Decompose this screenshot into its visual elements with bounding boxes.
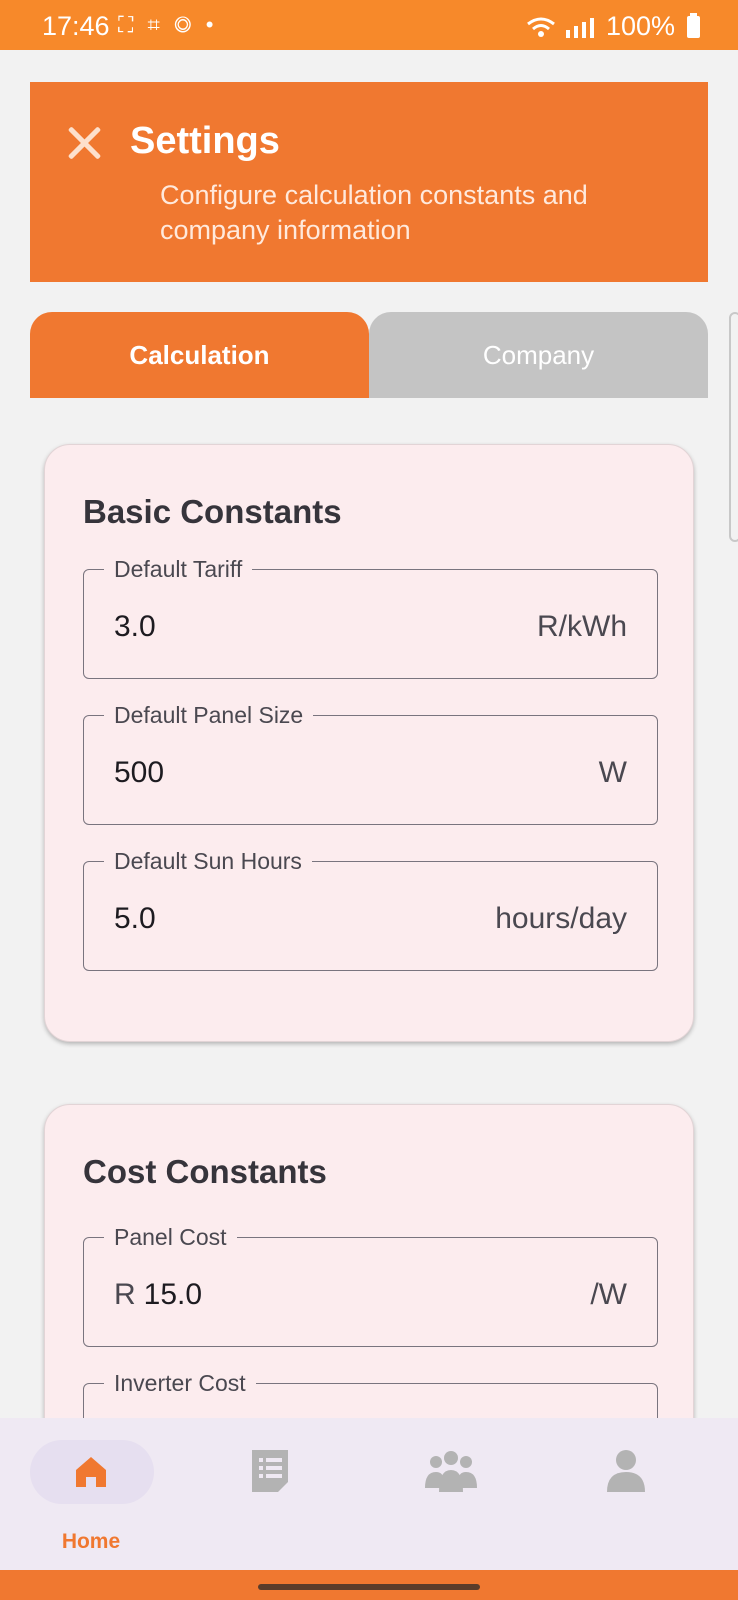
tab-company[interactable]: Company <box>369 312 708 398</box>
default-panel-size-unit: W <box>598 756 627 789</box>
document-icon <box>252 1450 288 1492</box>
default-sun-hours-value[interactable]: 5.0 <box>114 902 156 936</box>
default-tariff-unit: R/kWh <box>537 610 627 643</box>
panel-cost-value-wrap[interactable]: R 15.0 <box>114 1278 202 1312</box>
panel-cost-prefix: R <box>114 1278 136 1311</box>
panel-cost-unit: /W <box>590 1278 627 1311</box>
default-tariff-field[interactable]: Default Tariff 3.0 R/kWh <box>83 556 658 679</box>
default-panel-size-value[interactable]: 500 <box>114 756 164 790</box>
close-icon[interactable] <box>64 122 104 162</box>
default-panel-size-label: Default Panel Size <box>104 702 314 729</box>
settings-tabs: Calculation Company <box>30 312 708 398</box>
nav-home[interactable]: Home <box>26 1440 156 1553</box>
panel-cost-value[interactable]: 15.0 <box>144 1278 202 1311</box>
wifi-icon <box>527 17 555 37</box>
default-panel-size-field[interactable]: Default Panel Size 500 W <box>83 702 658 825</box>
basic-constants-title: Basic Constants <box>83 493 342 530</box>
nav-documents[interactable] <box>250 1440 380 1550</box>
gesture-handle[interactable] <box>258 1584 480 1590</box>
default-sun-hours-unit: hours/day <box>495 902 627 935</box>
group-icon <box>425 1451 477 1492</box>
default-sun-hours-field[interactable]: Default Sun Hours 5.0 hours/day <box>83 848 658 971</box>
panel-cost-field[interactable]: Panel Cost R 15.0 /W <box>83 1224 658 1347</box>
gesture-bar <box>0 1570 738 1600</box>
status-right: 100% <box>526 11 700 42</box>
person-icon <box>607 1450 645 1492</box>
page-subtitle: Configure calculation constants and comp… <box>160 180 588 245</box>
settings-header: Settings Configure calculation constants… <box>30 82 708 282</box>
battery-percent: 100% <box>605 11 675 41</box>
signal-icon <box>565 17 594 38</box>
default-tariff-value[interactable]: 3.0 <box>114 610 156 644</box>
cost-constants-title: Cost Constants <box>83 1153 327 1190</box>
basic-constants-card: Basic Constants Default Tariff 3.0 R/kWh… <box>44 444 694 1042</box>
tab-scroll-indicator <box>729 312 738 542</box>
tab-calculation[interactable]: Calculation <box>30 312 369 398</box>
page-title: Settings <box>130 120 280 162</box>
status-bar: 17:46 ⛶ ⌗ ◎ • 100% <box>0 0 738 50</box>
battery-icon <box>687 12 700 38</box>
default-sun-hours-label: Default Sun Hours <box>104 848 312 875</box>
nav-customers[interactable] <box>425 1440 555 1550</box>
default-tariff-label: Default Tariff <box>104 556 253 583</box>
notification-icons: ⛶ ⌗ ◎ • <box>118 12 218 37</box>
nav-profile[interactable] <box>605 1440 735 1550</box>
nav-home-label: Home <box>61 1530 121 1553</box>
home-icon <box>76 1457 106 1487</box>
bottom-navigation: Home <box>0 1418 738 1570</box>
status-time: 17:46 <box>42 11 110 41</box>
panel-cost-label: Panel Cost <box>104 1224 237 1251</box>
inverter-cost-label: Inverter Cost <box>104 1370 256 1397</box>
